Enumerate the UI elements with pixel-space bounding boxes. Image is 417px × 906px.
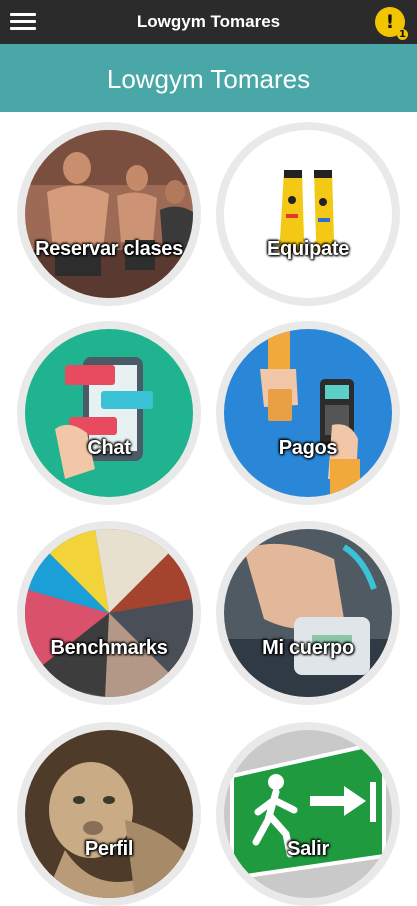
tile-mi-cuerpo[interactable]: Mi cuerpo: [216, 521, 400, 705]
tile-label: Reservar clases: [35, 238, 183, 260]
socks-icon: Equipate: [224, 130, 392, 298]
chat-icon: Chat: [25, 329, 193, 497]
tile-chat[interactable]: Chat: [17, 321, 201, 505]
class-booking-photo: Reservar clases: [25, 130, 193, 298]
tile-label: Salir: [287, 838, 329, 860]
scale-icon: Mi cuerpo: [224, 529, 392, 697]
alert-count-badge: 1: [397, 29, 408, 40]
tile-equipate[interactable]: Equipate: [216, 122, 400, 306]
tile-label: Chat: [87, 437, 131, 459]
payment-icon: Pagos: [224, 329, 392, 497]
tile-label: Equipate: [266, 238, 350, 260]
app-title: Lowgym Tomares: [136, 12, 281, 31]
tile-benchmarks[interactable]: Benchmarks: [17, 521, 201, 705]
page-header: Lowgym Tomares: [0, 44, 417, 112]
tile-salir[interactable]: Salir: [216, 722, 400, 906]
tile-label: Perfil: [84, 838, 134, 860]
exit-sign-icon: Salir: [224, 730, 392, 898]
cougar-icon: Perfil: [25, 730, 193, 898]
tile-pagos[interactable]: Pagos: [216, 321, 400, 505]
warning-icon[interactable]: ! 1: [375, 7, 408, 40]
page-title: Lowgym Tomares: [106, 64, 311, 94]
tile-label: Pagos: [278, 437, 338, 459]
tile-perfil[interactable]: Perfil: [17, 722, 201, 906]
benchmarks-collage: Benchmarks: [25, 529, 193, 697]
tile-reservar-clases[interactable]: Reservar clases: [17, 122, 201, 306]
tile-label: Benchmarks: [50, 637, 168, 659]
top-bar: Lowgym Tomares ! 1: [0, 0, 417, 44]
tile-label: Mi cuerpo: [262, 637, 354, 659]
